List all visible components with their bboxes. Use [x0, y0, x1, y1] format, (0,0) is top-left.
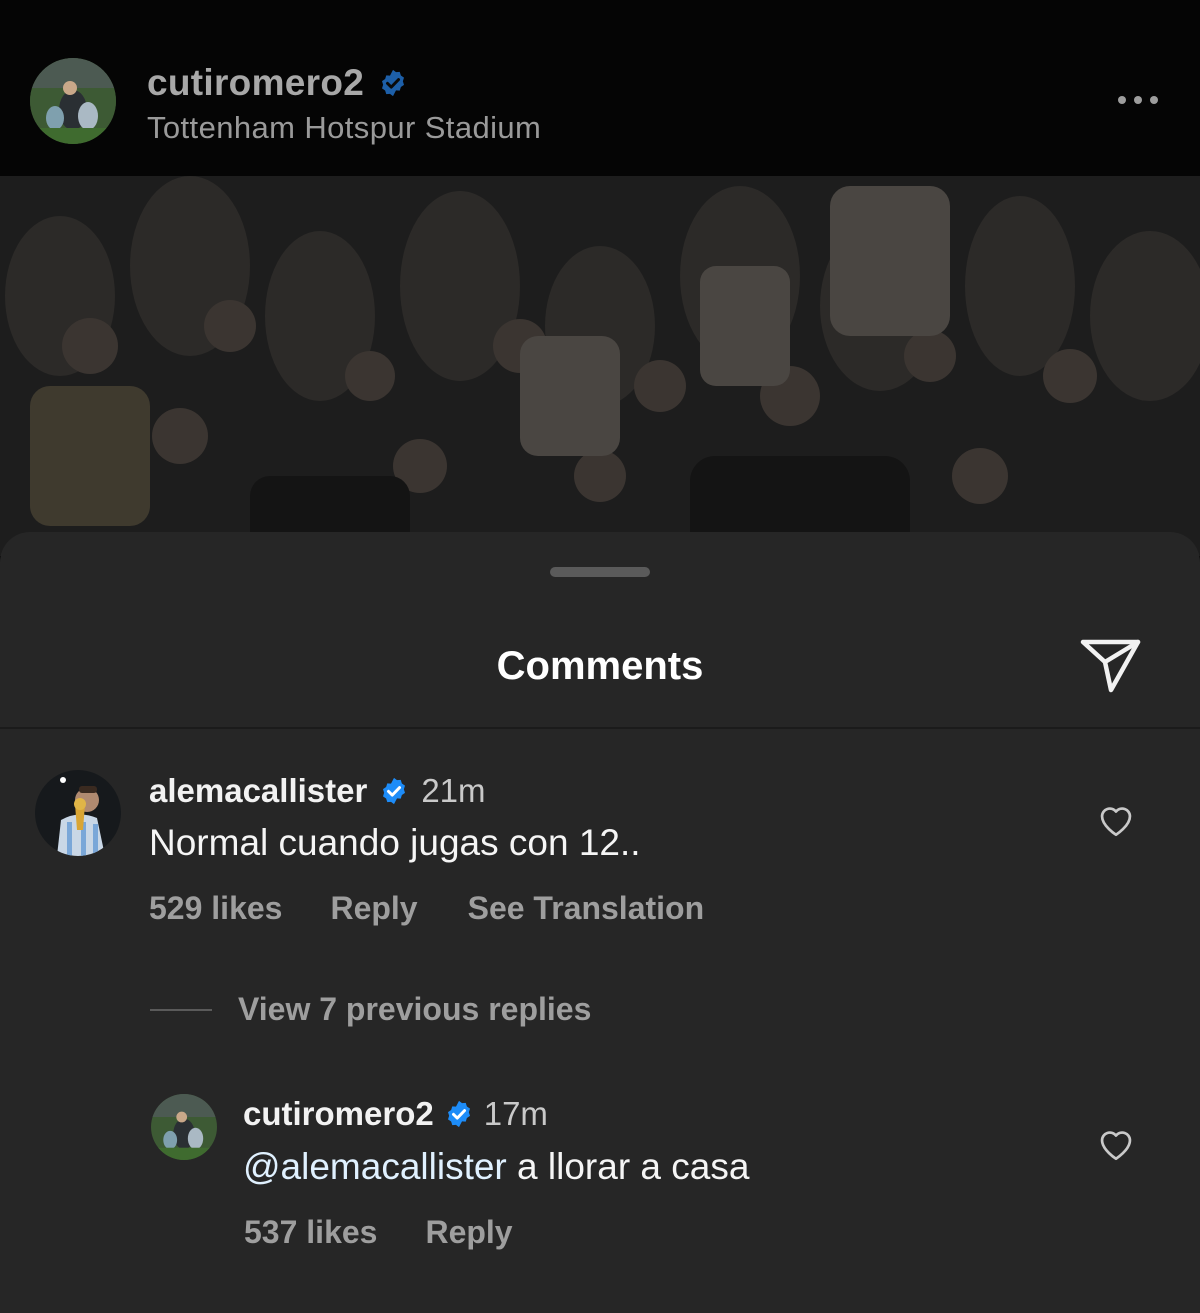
reply-author-avatar[interactable] [151, 1094, 217, 1160]
more-dot [1118, 96, 1126, 104]
post-author-username[interactable]: cutiromero2 [147, 62, 364, 104]
reply-header: cutiromero2 17m [243, 1093, 548, 1135]
comment-actions: 529 likes Reply See Translation [149, 890, 704, 927]
reply-body: a llorar a casa [517, 1146, 750, 1187]
comment-header: alemacallister 21m [149, 770, 486, 812]
verified-badge-icon [382, 69, 405, 97]
more-options-icon[interactable] [1112, 88, 1164, 112]
post-author-row: cutiromero2 [147, 62, 408, 104]
post-header: cutiromero2 Tottenham Hotspur Stadium [0, 0, 1200, 176]
view-replies-label[interactable]: View 7 previous replies [238, 991, 591, 1028]
see-translation-button[interactable]: See Translation [468, 890, 705, 927]
avatar-photo [151, 1094, 217, 1160]
divider [0, 727, 1200, 729]
heart-icon[interactable] [1097, 1126, 1135, 1162]
post-author-avatar[interactable] [30, 58, 116, 144]
post-location[interactable]: Tottenham Hotspur Stadium [147, 110, 541, 146]
replies-line [150, 1008, 212, 1011]
reply-button[interactable]: Reply [330, 890, 417, 927]
verified-badge-icon [447, 1100, 470, 1128]
comment-username[interactable]: alemacallister [149, 772, 367, 810]
reply-username[interactable]: cutiromero2 [243, 1095, 434, 1133]
comment-text: Normal cuando jugas con 12.. [149, 822, 641, 863]
comments-sheet: Comments alemacallister 21m Normal cuand… [0, 532, 1200, 1313]
reply-timestamp: 17m [483, 1095, 548, 1132]
avatar-photo [35, 770, 121, 856]
reply-text: @alemacallister a llorar a casa [243, 1146, 749, 1188]
more-dot [1134, 96, 1142, 104]
mention-link[interactable]: @alemacallister [243, 1146, 507, 1187]
verified-badge-icon [383, 777, 406, 805]
heart-icon[interactable] [1097, 802, 1135, 838]
paper-plane-icon[interactable] [1078, 632, 1144, 698]
comment-timestamp: 21m [421, 772, 486, 809]
view-previous-replies[interactable]: View 7 previous replies [150, 991, 591, 1028]
reply-actions: 537 likes Reply [244, 1214, 513, 1251]
reply-button[interactable]: Reply [425, 1214, 512, 1251]
more-dot [1150, 96, 1158, 104]
post-photo[interactable] [0, 176, 1200, 556]
reply-likes-count[interactable]: 537 likes [244, 1214, 377, 1251]
comment-likes-count[interactable]: 529 likes [149, 890, 282, 927]
comments-title: Comments [496, 644, 704, 688]
avatar-photo [30, 58, 116, 144]
crowd-photo [0, 176, 1200, 556]
commenter-avatar[interactable] [35, 770, 121, 856]
drag-handle[interactable] [550, 567, 650, 577]
